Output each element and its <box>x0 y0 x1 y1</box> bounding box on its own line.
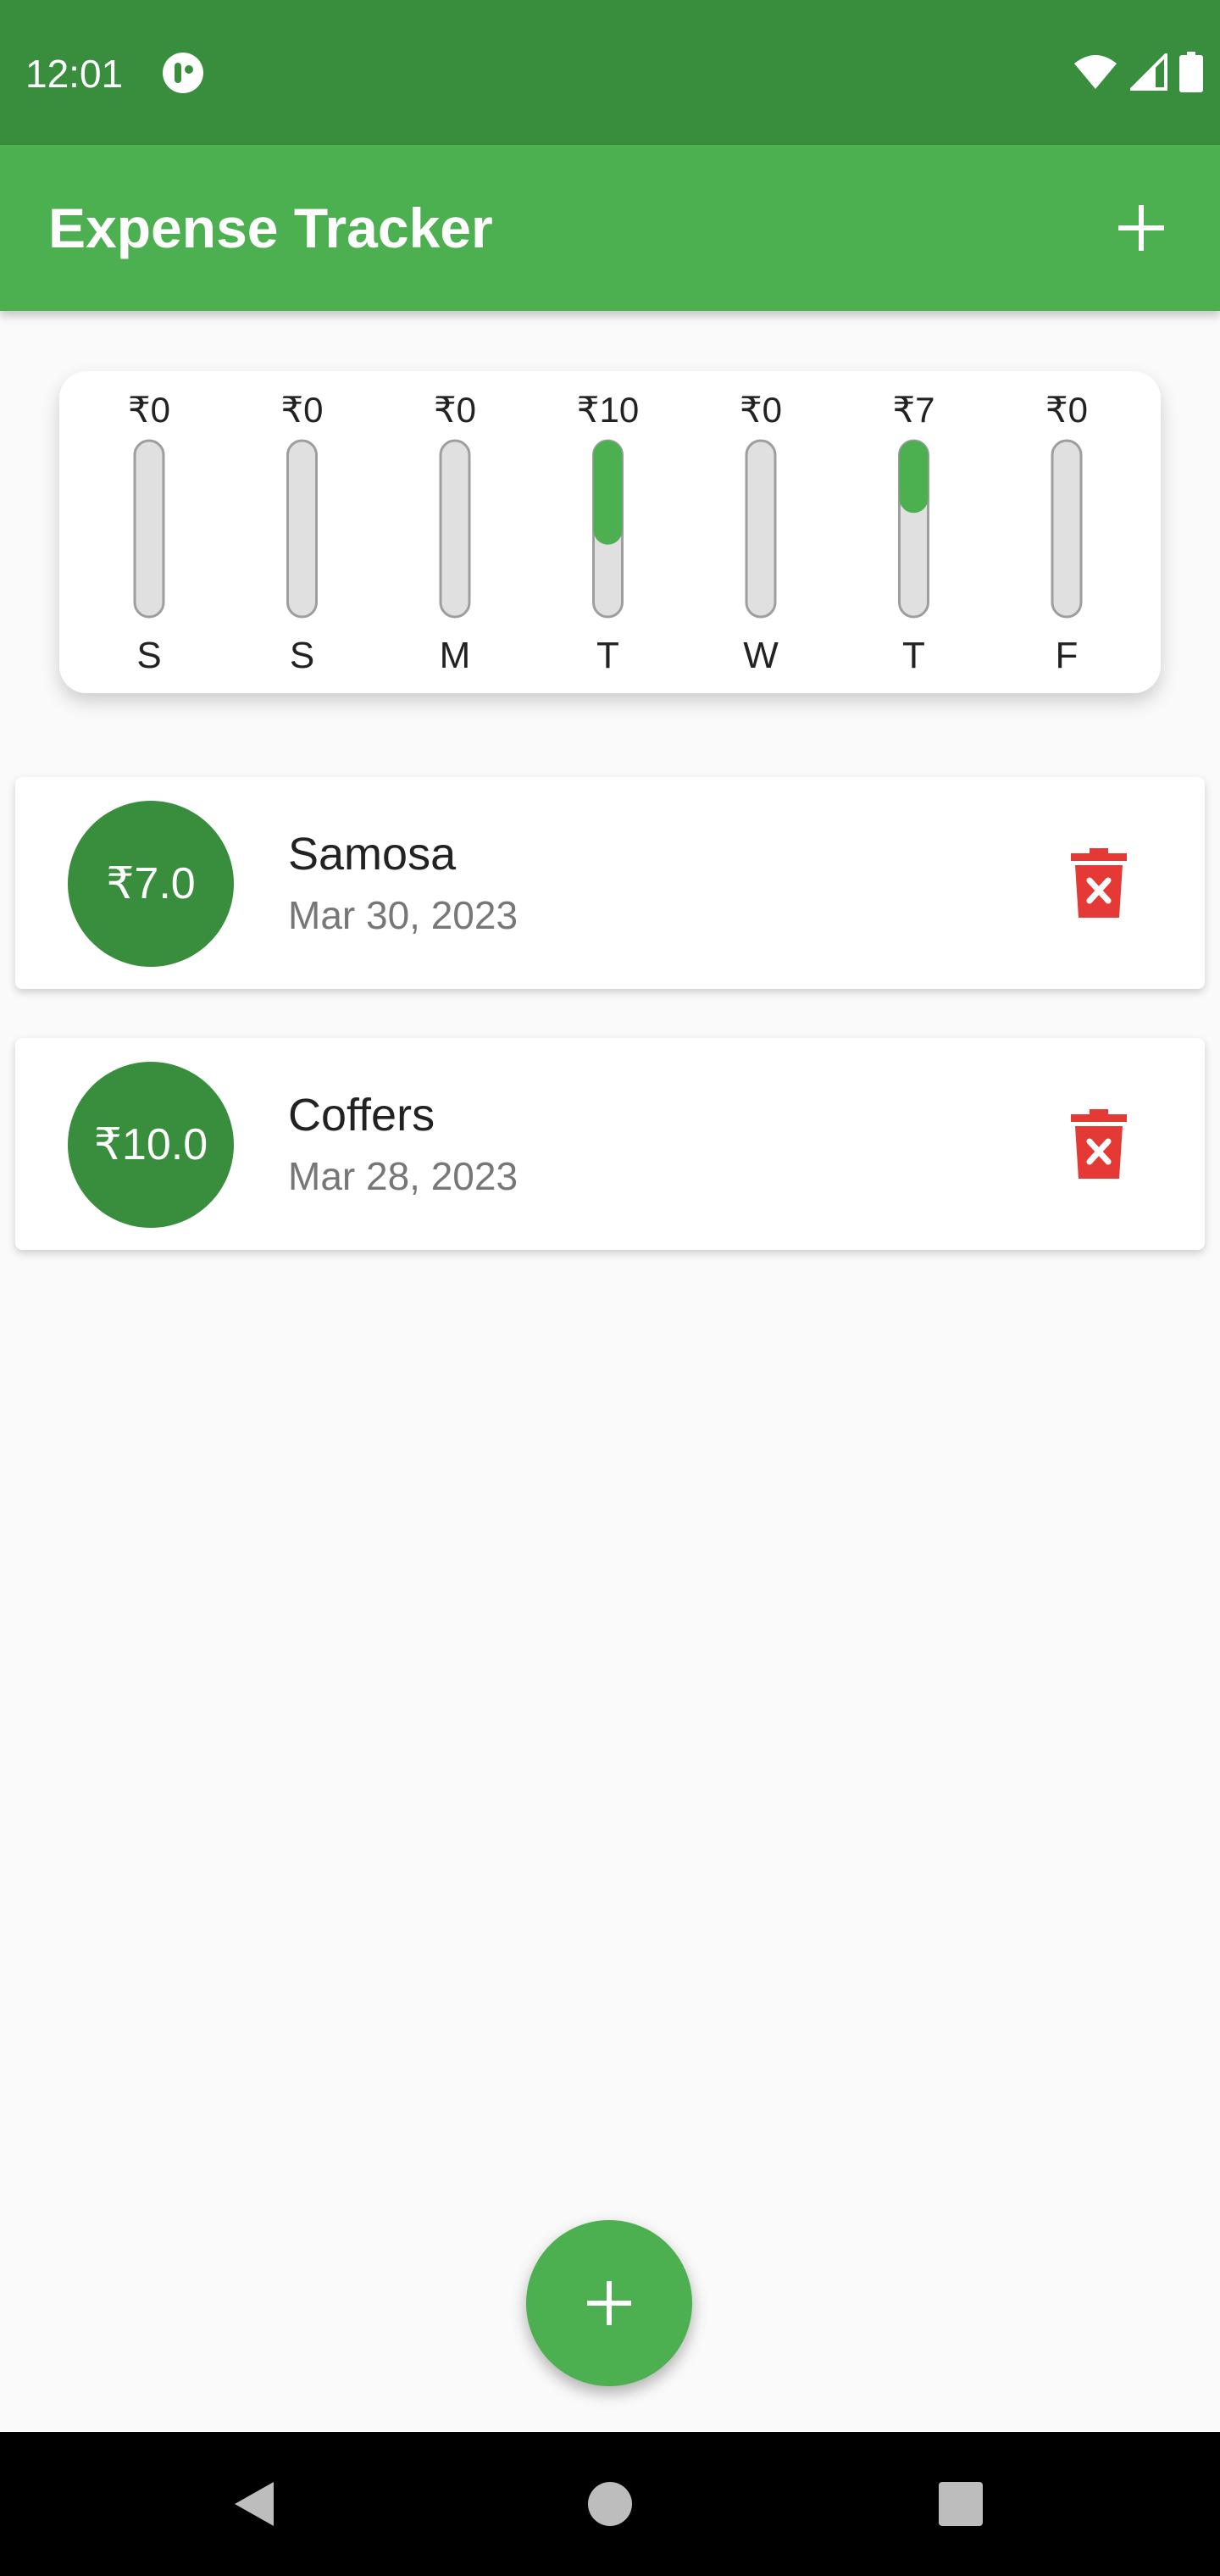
bar-track <box>1051 439 1083 619</box>
day-label: F <box>1056 635 1079 676</box>
back-icon[interactable] <box>218 2468 291 2540</box>
bar-value-label: ₹7 <box>892 390 934 430</box>
bar-track <box>745 439 777 619</box>
bar-track <box>286 439 318 619</box>
status-icons <box>1073 51 1203 93</box>
bar-value-label: ₹0 <box>280 390 323 430</box>
bar-value-label: ₹0 <box>740 390 782 430</box>
day-label: T <box>902 635 925 676</box>
weekly-chart: ₹0 S ₹0 S ₹0 M ₹10 T ₹0 W ₹7 T ₹0 F <box>128 390 1088 676</box>
system-nav-bar <box>0 2432 1220 2576</box>
bar-value-label: ₹10 <box>577 390 639 430</box>
app-notification-icon <box>163 53 203 93</box>
delete-icon[interactable] <box>1071 1109 1127 1179</box>
bar-value-label: ₹0 <box>434 390 476 430</box>
fab-add-expense-button[interactable] <box>526 2220 692 2386</box>
expense-amount-badge: ₹7.0 <box>68 801 234 967</box>
app-title: Expense Tracker <box>48 197 493 259</box>
recents-icon[interactable] <box>924 2468 997 2540</box>
list-item[interactable]: ₹10.0 Coffers Mar 28, 2023 <box>15 1038 1205 1250</box>
status-time: 12:01 <box>25 52 124 96</box>
home-icon[interactable] <box>574 2468 646 2540</box>
expense-title: Samosa <box>288 829 457 880</box>
bar-track <box>439 439 471 619</box>
bar-value-label: ₹0 <box>128 390 170 430</box>
weekly-chart-card: ₹0 S ₹0 S ₹0 M ₹10 T ₹0 W ₹7 T ₹0 F <box>59 371 1161 693</box>
day-label: S <box>136 635 161 676</box>
bar-fill <box>899 441 929 514</box>
day-label: S <box>290 635 314 676</box>
bar-track <box>133 439 165 619</box>
list-item[interactable]: ₹7.0 Samosa Mar 30, 2023 <box>15 777 1205 989</box>
day-label: T <box>596 635 619 676</box>
day-label: W <box>743 635 779 676</box>
bar-fill <box>593 441 623 545</box>
status-bar: 12:01 <box>0 0 1220 145</box>
delete-icon[interactable] <box>1071 848 1127 918</box>
add-expense-button[interactable] <box>1105 192 1178 264</box>
expense-date: Mar 30, 2023 <box>288 893 518 937</box>
battery-icon <box>1179 52 1203 92</box>
expense-title: Coffers <box>288 1090 435 1141</box>
expense-amount-badge: ₹10.0 <box>68 1062 234 1228</box>
bar-value-label: ₹0 <box>1045 390 1088 430</box>
wifi-icon <box>1074 55 1117 89</box>
expense-date: Mar 28, 2023 <box>288 1154 518 1198</box>
app-bar: Expense Tracker <box>0 145 1220 311</box>
day-label: M <box>440 635 471 676</box>
plus-icon <box>587 2281 631 2325</box>
signal-icon <box>1130 53 1167 91</box>
